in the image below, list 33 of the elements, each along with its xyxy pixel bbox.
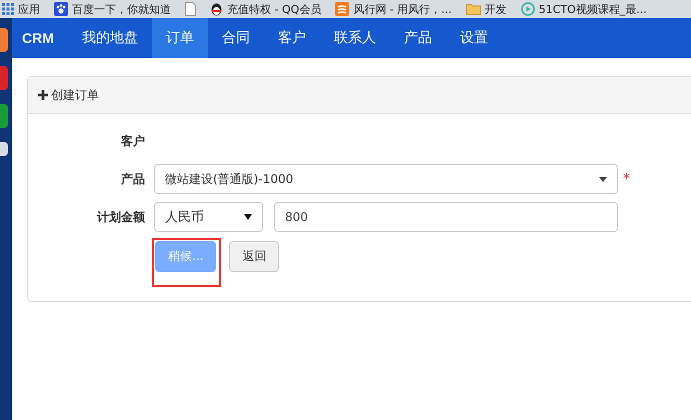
field-label: 计划金额	[96, 208, 145, 226]
bookmark-link[interactable]: 51CTO视频课程_最...	[538, 2, 647, 16]
folder-icon[interactable]	[466, 3, 481, 15]
field-label: 产品	[120, 170, 145, 188]
field-label: 客户	[120, 132, 145, 150]
bookmark-link[interactable]: 应用	[18, 2, 40, 16]
nav-tab[interactable]: 订单	[152, 18, 208, 58]
required-mark: *	[623, 171, 630, 187]
bookmark-link[interactable]: 充值特权 - QQ会员	[227, 2, 322, 16]
currency-select[interactable]: 人民币	[154, 202, 263, 232]
brand-link[interactable]: CRM	[12, 18, 68, 58]
nav-tab[interactable]: 客户	[264, 18, 320, 58]
nav-tab[interactable]: 设置	[446, 18, 502, 58]
paw-icon[interactable]	[54, 2, 68, 16]
play-icon[interactable]	[520, 2, 535, 16]
amount-field[interactable]: 800	[274, 202, 618, 232]
caret-icon	[244, 214, 252, 220]
nav-tab[interactable]: 我的地盘	[68, 18, 152, 58]
panel-title: 创建订单	[51, 86, 99, 104]
bookmark-link[interactable]: 百度一下，你就知道	[72, 2, 171, 16]
nav-tab[interactable]: 联系人	[320, 18, 390, 58]
bookmark-link[interactable]: 风行网 - 用风行，...	[353, 2, 452, 16]
apps-icon[interactable]	[2, 3, 14, 15]
caret-icon	[599, 176, 607, 182]
penguin-icon[interactable]	[210, 2, 223, 16]
nav-tab[interactable]: 产品	[390, 18, 446, 58]
product-select[interactable]: 微站建设(普通版)-1000	[154, 164, 618, 194]
plus-icon	[38, 90, 48, 100]
bookmark-link[interactable]: 开发	[484, 2, 507, 16]
nav-tab[interactable]: 合同	[208, 18, 264, 58]
page-icon[interactable]	[185, 2, 196, 16]
back-button[interactable]: 返回	[229, 241, 280, 272]
wave-icon[interactable]	[335, 2, 350, 16]
